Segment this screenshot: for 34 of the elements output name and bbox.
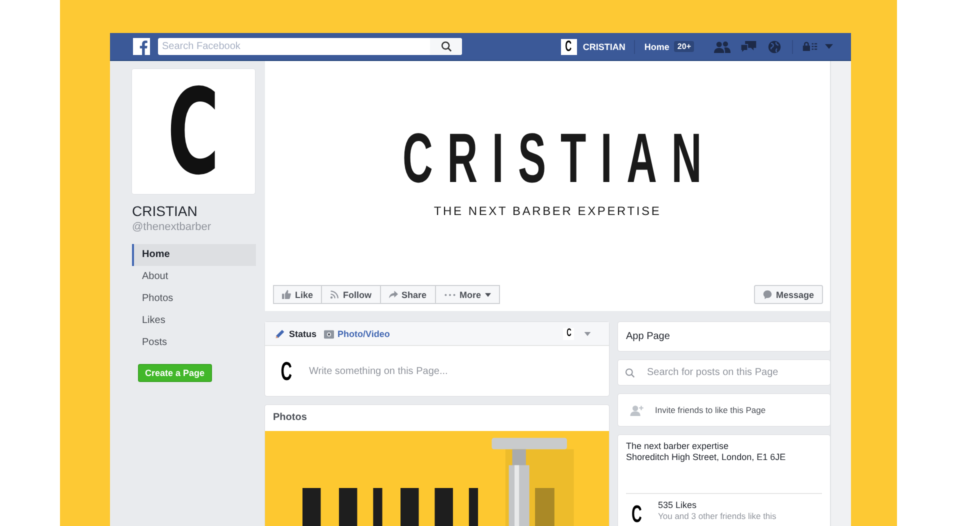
nav-item[interactable]: Home: [132, 244, 256, 266]
nav-item[interactable]: Likes: [132, 310, 256, 332]
action-button[interactable]: Follow: [321, 285, 381, 304]
nav-item[interactable]: About: [132, 266, 256, 288]
likes-count: 535 Likes: [658, 500, 698, 510]
page-name: CRISTIAN: [132, 203, 198, 219]
profile-name-link[interactable]: CRISTIAN: [582, 42, 626, 52]
app-page-label[interactable]: App Page: [626, 331, 670, 342]
cover-title: CRISTIAN: [402, 123, 716, 193]
nav-item[interactable]: Posts: [132, 332, 256, 354]
about-text: The next barber expertise: [626, 441, 730, 452]
post-input-field[interactable]: Write something on this Page...: [307, 364, 591, 378]
page-avatar: C: [279, 357, 293, 385]
composer-tab[interactable]: Status: [275, 328, 317, 338]
action-button[interactable]: Share: [380, 285, 436, 304]
action-button[interactable]: More: [434, 285, 500, 304]
page-avatar: C: [630, 502, 644, 526]
nav-item[interactable]: Photos: [132, 288, 256, 310]
action-button[interactable]: Like: [273, 285, 322, 304]
profile-avatar[interactable]: C: [560, 38, 577, 54]
home-link[interactable]: Home: [644, 42, 670, 52]
page-search-bar[interactable]: Search for posts on this Page: [618, 360, 830, 385]
cover-subtitle: THE NEXT BARBER EXPERTISE: [434, 204, 662, 218]
about-text: Shoreditch High Street, London, E1 6JE: [626, 452, 787, 463]
page-search-field[interactable]: Search for posts on this Page: [645, 366, 829, 379]
notification-badge: 20+: [674, 41, 694, 52]
message-button[interactable]: Message: [754, 285, 823, 304]
page-handle: @thenextbarber: [132, 221, 212, 233]
composer-tab[interactable]: Photo/Video: [324, 328, 390, 338]
photos-heading: Photos: [272, 411, 308, 425]
friends-like-text: You and 3 other friends like this: [658, 511, 776, 521]
invite-friends-link[interactable]: Invite friends to like this Page: [655, 405, 766, 415]
profile-picture[interactable]: C: [132, 69, 255, 194]
identity-avatar[interactable]: C: [563, 328, 574, 340]
